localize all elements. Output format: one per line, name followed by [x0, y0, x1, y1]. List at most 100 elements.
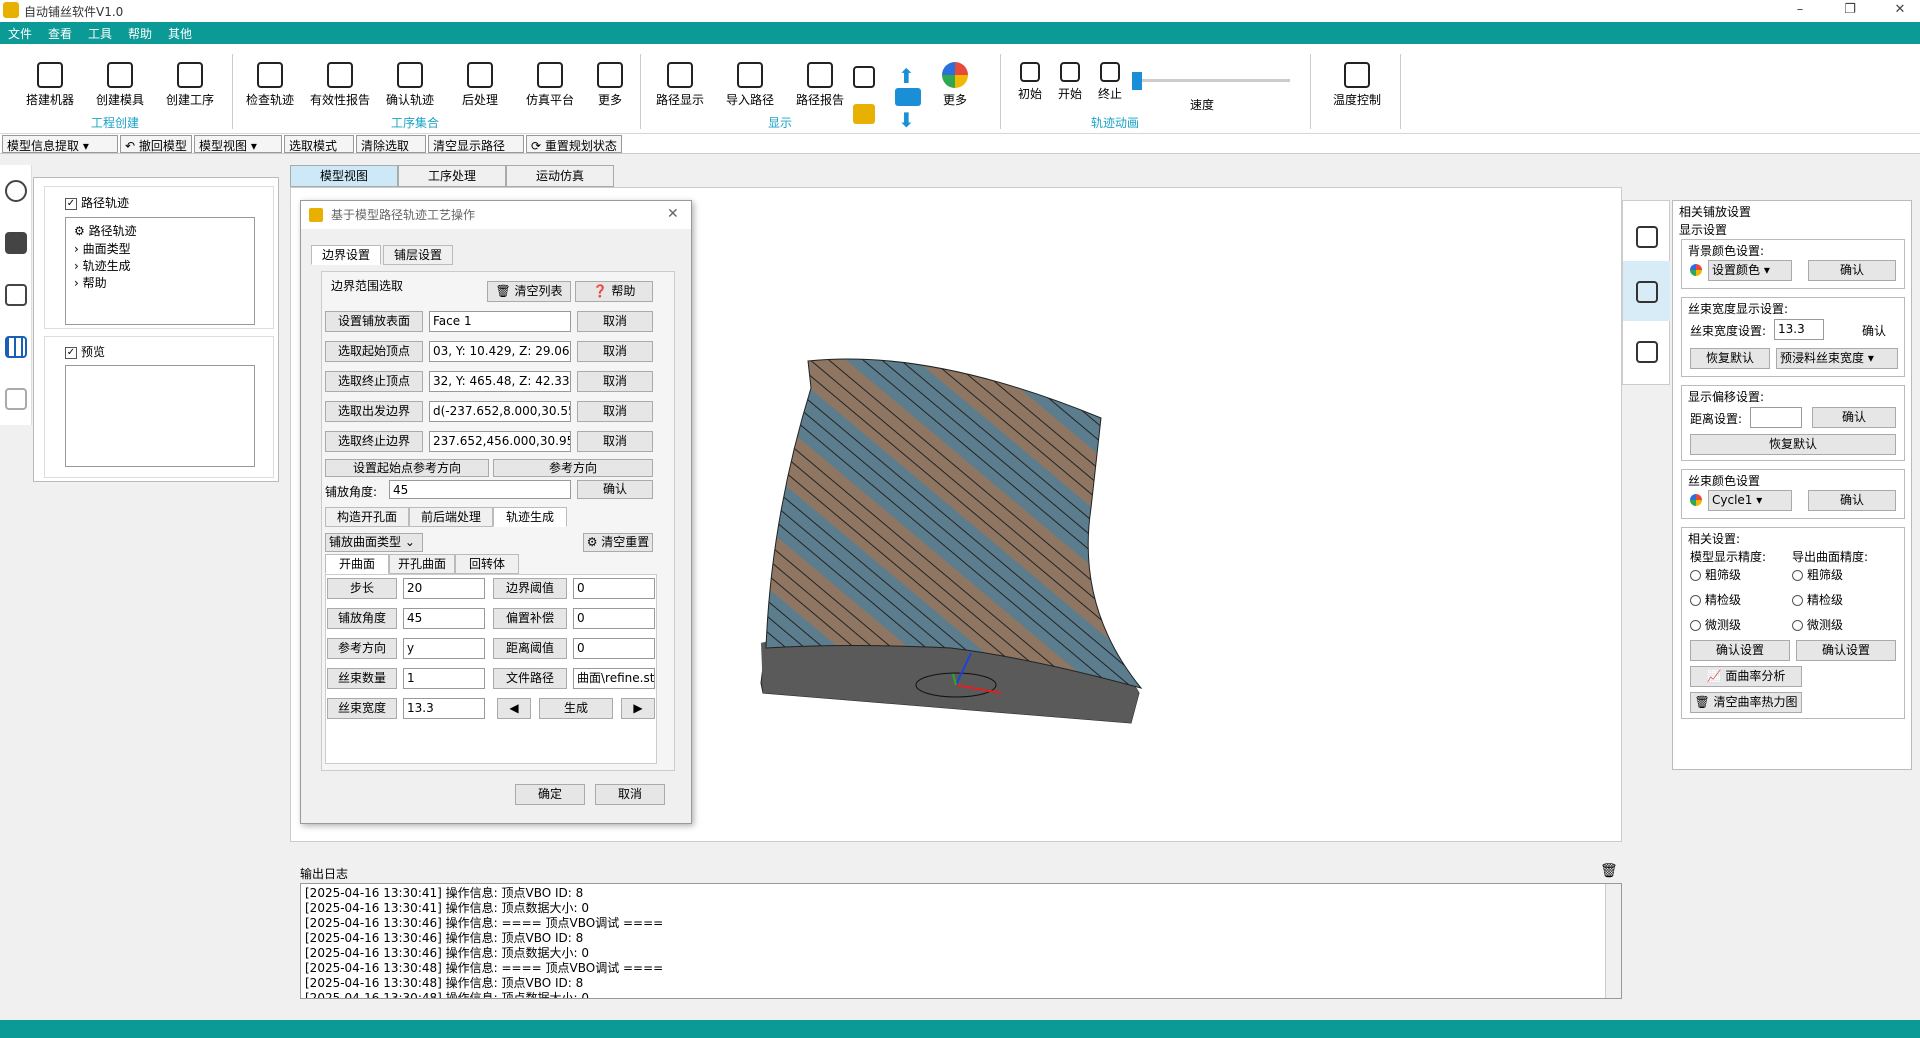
tab-front-rear[interactable]: 前后端处理	[409, 507, 493, 527]
more-button-2[interactable]: 更多	[920, 62, 990, 108]
path-display-button[interactable]: 路径显示	[645, 62, 715, 108]
check-path-button[interactable]: 检查轨迹	[235, 62, 305, 108]
dialog-ok-button[interactable]: 确定	[515, 784, 585, 805]
menu-view[interactable]: 查看	[48, 25, 72, 42]
menu-file[interactable]: 文件	[8, 25, 32, 42]
cancel-end-boundary-button[interactable]: 取消	[577, 431, 653, 452]
layers-icon[interactable]	[895, 88, 921, 106]
end-boundary-field[interactable]: 237.652,456.000,30.959)	[429, 431, 571, 452]
ref-direction-field[interactable]: y	[403, 638, 485, 659]
more-button-1[interactable]: 更多	[575, 62, 645, 108]
close-icon[interactable]: ✕	[1885, 2, 1915, 20]
select-mode-button[interactable]: 选取模式	[284, 135, 354, 153]
temperature-control-button[interactable]: 温度控制	[1322, 62, 1392, 108]
reset-planning-button[interactable]: ⟳ 重置规划状态	[526, 135, 622, 153]
maximize-icon[interactable]: ❐	[1835, 2, 1865, 20]
model-info-dropdown[interactable]: 模型信息提取 ▾	[2, 135, 118, 153]
generate-button[interactable]: 生成	[539, 698, 613, 719]
grid-icon[interactable]	[5, 336, 27, 358]
offset-comp-label[interactable]: 偏置补偿	[493, 608, 567, 629]
view-icon[interactable]	[853, 66, 875, 88]
boundary-threshold-label[interactable]: 边界阈值	[493, 578, 567, 599]
tab-revolve[interactable]: 回转体	[455, 554, 519, 574]
next-button[interactable]: ▶	[621, 698, 655, 719]
step-label-button[interactable]: 步长	[327, 578, 397, 599]
distance-confirm-button[interactable]: 确认	[1812, 407, 1896, 428]
tow-count-field[interactable]: 1	[403, 668, 485, 689]
angle-field[interactable]: 45	[389, 480, 571, 499]
path-title[interactable]: ✓ 路径轨迹	[65, 194, 129, 211]
mesh-settings-icon[interactable]	[1636, 281, 1658, 303]
distance-input[interactable]	[1750, 407, 1802, 428]
tow-color-confirm-button[interactable]: 确认	[1808, 490, 1896, 511]
curvature-analysis-button[interactable]: 📈 面曲率分析	[1690, 666, 1802, 687]
log-scrollbar[interactable]	[1605, 884, 1621, 998]
prev-button[interactable]: ◀	[497, 698, 531, 719]
select-start-boundary-button[interactable]: 选取出发边界	[325, 401, 423, 422]
tree-root[interactable]: ⚙ 路径轨迹	[74, 222, 137, 239]
tab-boundary-settings[interactable]: 边界设置	[311, 245, 381, 265]
angle-confirm-button[interactable]: 确认	[577, 480, 653, 499]
select-end-boundary-button[interactable]: 选取终止边界	[325, 431, 423, 452]
restore-default-button[interactable]: 恢复默认	[1690, 348, 1770, 369]
ply-angle-label-button[interactable]: 铺放角度	[327, 608, 397, 629]
step-field[interactable]: 20	[403, 578, 485, 599]
ref-direction-label-button[interactable]: 参考方向	[327, 638, 397, 659]
cancel-end-vertex-button[interactable]: 取消	[577, 371, 653, 392]
start-vertex-field[interactable]: 03, Y: 10.429, Z: 29.0677	[429, 341, 571, 362]
cancel-start-vertex-button[interactable]: 取消	[577, 341, 653, 362]
clear-selection-button[interactable]: 清除选取	[356, 135, 426, 153]
post-process-button[interactable]: 后处理	[445, 62, 515, 108]
confirm-path-button[interactable]: 确认轨迹	[375, 62, 445, 108]
tree-item-help[interactable]: › 帮助	[74, 274, 107, 291]
tow-count-label-button[interactable]: 丝束数量	[327, 668, 397, 689]
preview-title[interactable]: ✓ 预览	[65, 343, 105, 360]
validity-report-button[interactable]: 有效性报告	[305, 62, 375, 108]
clear-display-path-button[interactable]: 清空显示路径	[428, 135, 524, 153]
distance-threshold-field[interactable]: 0	[573, 638, 655, 659]
trash-icon[interactable]: 🗑	[1600, 863, 1618, 879]
cycle-dropdown[interactable]: Cycle1 ▾	[1708, 490, 1792, 511]
set-surface-button[interactable]: 设置铺放表面	[325, 311, 423, 332]
export-confirm-settings-button[interactable]: 确认设置	[1796, 640, 1896, 661]
robot-arm-icon[interactable]	[853, 104, 875, 124]
tow-width-label-button[interactable]: 丝束宽度	[327, 698, 397, 719]
file-path-label[interactable]: 文件路径	[493, 668, 567, 689]
export-precision-micro[interactable]: 微测级	[1792, 616, 1843, 633]
menu-other[interactable]: 其他	[168, 25, 192, 42]
select-end-vertex-button[interactable]: 选取终止顶点	[325, 371, 423, 392]
tab-open-surface[interactable]: 开曲面	[325, 554, 389, 574]
create-process-button[interactable]: 创建工序	[155, 62, 225, 108]
import-path-button[interactable]: 导入路径	[715, 62, 785, 108]
anim-initial-button[interactable]: 初始	[1010, 62, 1050, 102]
prepreg-width-dropdown[interactable]: 预浸料丝束宽度 ▾	[1776, 348, 1898, 369]
build-machine-button[interactable]: 搭建机器	[15, 62, 85, 108]
distance-threshold-label[interactable]: 距离阈值	[493, 638, 567, 659]
menu-tools[interactable]: 工具	[88, 25, 112, 42]
offset-comp-field[interactable]: 0	[573, 608, 655, 629]
end-vertex-field[interactable]: 32, Y: 465.48, Z: 42.3397	[429, 371, 571, 392]
menu-help[interactable]: 帮助	[128, 25, 152, 42]
model-settings-icon[interactable]	[1636, 226, 1658, 248]
cancel-surface-button[interactable]: 取消	[577, 311, 653, 332]
tab-motion-sim[interactable]: 运动仿真	[506, 165, 614, 187]
tab-ply-settings[interactable]: 铺层设置	[383, 245, 453, 265]
speed-slider-track[interactable]	[1136, 79, 1290, 82]
gear-icon[interactable]	[5, 180, 27, 202]
dialog-close-icon[interactable]: ✕	[667, 206, 679, 222]
model-precision-micro[interactable]: 微测级	[1690, 616, 1741, 633]
export-precision-coarse[interactable]: 粗筛级	[1792, 566, 1843, 583]
start-boundary-field[interactable]: d(-237.652,8.000,30.554)	[429, 401, 571, 422]
tools-icon[interactable]	[1636, 341, 1658, 363]
arrow-down-icon[interactable]: ⬇	[898, 108, 915, 132]
export-precision-fine[interactable]: 精检级	[1792, 591, 1843, 608]
tab-process[interactable]: 工序处理	[398, 165, 506, 187]
tow-width-input[interactable]: 13.3	[1774, 319, 1824, 340]
tree-item-surface-type[interactable]: › 曲面类型	[74, 240, 131, 257]
tab-hole-surface[interactable]: 开孔曲面	[389, 554, 455, 574]
surface-field[interactable]: Face 1	[429, 311, 571, 332]
dialog-cancel-button[interactable]: 取消	[595, 784, 665, 805]
model-precision-fine[interactable]: 精检级	[1690, 591, 1741, 608]
file-path-field[interactable]: 曲面\refine.stl	[573, 668, 655, 689]
model-confirm-settings-button[interactable]: 确认设置	[1690, 640, 1790, 661]
